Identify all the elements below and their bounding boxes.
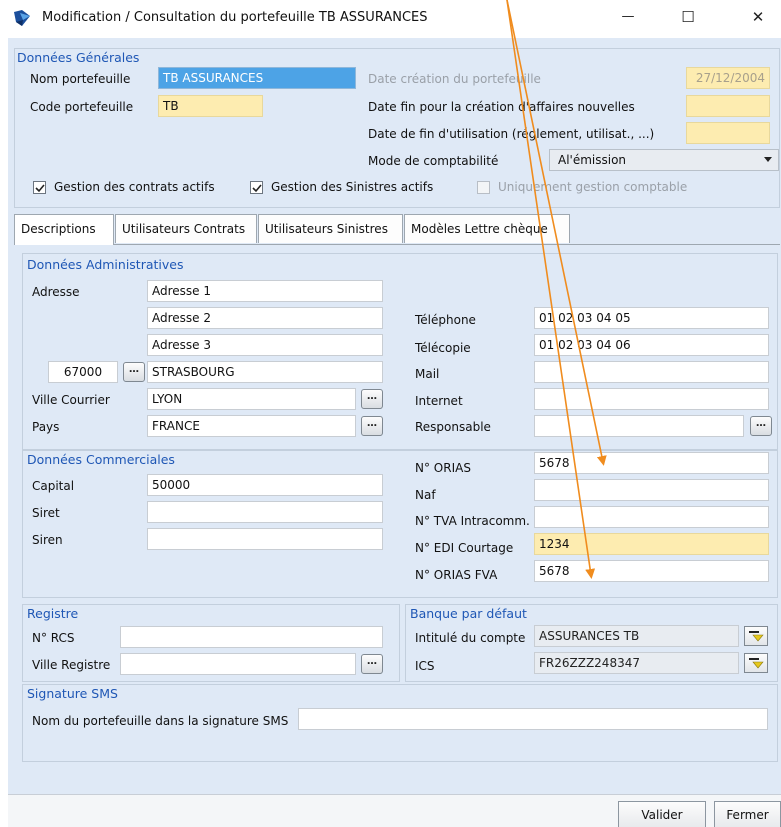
admin-section-title: Données Administratives bbox=[27, 257, 184, 272]
code-portefeuille-label: Code portefeuille bbox=[30, 100, 134, 114]
gestion-contrats-label: Gestion des contrats actifs bbox=[54, 180, 215, 194]
rcs-label: N° RCS bbox=[32, 631, 75, 645]
pays-label: Pays bbox=[32, 420, 60, 434]
maximize-button[interactable]: ☐ bbox=[665, 0, 711, 34]
date-fin-util-input[interactable] bbox=[686, 122, 770, 144]
tab-descriptions[interactable]: Descriptions bbox=[14, 214, 114, 245]
close-button[interactable]: ✕ bbox=[735, 0, 781, 34]
minimize-button[interactable]: — bbox=[605, 0, 651, 34]
capital-input[interactable]: 50000 bbox=[147, 474, 383, 496]
fermer-button[interactable]: Fermer bbox=[714, 801, 781, 827]
sms-nom-input[interactable] bbox=[298, 708, 768, 730]
telephone-label: Téléphone bbox=[415, 313, 476, 327]
banque-section-title: Banque par défaut bbox=[410, 606, 527, 621]
date-creation-label: Date création du portefeuille bbox=[368, 72, 541, 86]
capital-label: Capital bbox=[32, 479, 75, 493]
tab-utilisateurs-contrats[interactable]: Utilisateurs Contrats bbox=[115, 214, 257, 243]
adresse3-input[interactable]: Adresse 3 bbox=[147, 334, 383, 356]
ville-courrier-lookup-button[interactable]: … bbox=[361, 389, 383, 409]
tab-modeles-lettre-cheque[interactable]: Modèles Lettre chèque bbox=[404, 214, 570, 243]
mode-comptabilite-select[interactable]: Al'émission bbox=[549, 149, 779, 171]
naf-input[interactable] bbox=[534, 479, 769, 501]
ville-registre-label: Ville Registre bbox=[32, 658, 111, 672]
registre-section-title: Registre bbox=[27, 606, 79, 621]
siren-input[interactable] bbox=[147, 528, 383, 550]
ville-courrier-input[interactable]: LYON bbox=[147, 388, 356, 410]
ville-registre-lookup-button[interactable]: … bbox=[361, 654, 383, 674]
ville-courrier-label: Ville Courrier bbox=[32, 393, 110, 407]
ics-select-button[interactable] bbox=[744, 653, 768, 673]
intitule-compte-label: Intitulé du compte bbox=[415, 631, 526, 645]
responsable-lookup-button[interactable]: … bbox=[750, 416, 772, 436]
orias-label: N° ORIAS bbox=[415, 461, 471, 475]
checkmark-icon bbox=[35, 184, 45, 193]
internet-label: Internet bbox=[415, 394, 463, 408]
commercial-section-title: Données Commerciales bbox=[27, 452, 175, 467]
gestion-comptable-label: Uniquement gestion comptable bbox=[498, 180, 688, 194]
gestion-comptable-checkbox[interactable] bbox=[477, 181, 490, 194]
code-postal-lookup-button[interactable]: … bbox=[123, 362, 145, 382]
mail-input[interactable] bbox=[534, 361, 769, 383]
edi-input[interactable]: 1234 bbox=[534, 533, 769, 555]
dropdown-arrow-icon bbox=[749, 658, 764, 669]
naf-label: Naf bbox=[415, 488, 436, 502]
gestion-contrats-checkbox[interactable] bbox=[33, 181, 46, 194]
ics-label: ICS bbox=[415, 659, 435, 673]
orias-input[interactable]: 5678 bbox=[534, 452, 769, 474]
telephone-input[interactable]: 01 02 03 04 05 bbox=[534, 307, 769, 329]
tva-input[interactable] bbox=[534, 506, 769, 528]
valider-button[interactable]: Valider bbox=[618, 801, 706, 827]
edi-label: N° EDI Courtage bbox=[415, 541, 514, 555]
title-bar: Modification / Consultation du portefeui… bbox=[0, 0, 781, 38]
telecopie-label: Télécopie bbox=[415, 341, 471, 355]
telecopie-input[interactable]: 01 02 03 04 06 bbox=[534, 334, 769, 356]
code-postal-input[interactable]: 67000 bbox=[48, 361, 118, 383]
checkmark-icon bbox=[252, 184, 262, 193]
date-fin-creation-label: Date fin pour la création d'affaires nou… bbox=[368, 100, 635, 114]
nom-portefeuille-input[interactable]: TB ASSURANCES bbox=[158, 67, 356, 89]
responsable-input[interactable] bbox=[534, 415, 744, 437]
ics-input: FR26ZZZ248347 bbox=[534, 652, 739, 674]
rcs-input[interactable] bbox=[120, 626, 383, 648]
adresse-label: Adresse bbox=[32, 285, 80, 299]
gestion-sinistres-label: Gestion des Sinistres actifs bbox=[271, 180, 434, 194]
code-portefeuille-input[interactable]: TB bbox=[158, 95, 263, 117]
intitule-compte-input: ASSURANCES TB bbox=[534, 625, 739, 647]
nom-portefeuille-label: Nom portefeuille bbox=[30, 72, 131, 86]
date-fin-creation-input[interactable] bbox=[686, 95, 770, 117]
sms-nom-label: Nom du portefeuille dans la signature SM… bbox=[32, 714, 289, 728]
adresse1-input[interactable]: Adresse 1 bbox=[147, 280, 383, 302]
pays-input[interactable]: FRANCE bbox=[147, 415, 356, 437]
gestion-sinistres-checkbox[interactable] bbox=[250, 181, 263, 194]
siren-label: Siren bbox=[32, 533, 63, 547]
ville-input[interactable]: STRASBOURG bbox=[147, 361, 383, 383]
siret-input[interactable] bbox=[147, 501, 383, 523]
orias-fva-label: N° ORIAS FVA bbox=[415, 568, 498, 582]
siret-label: Siret bbox=[32, 506, 60, 520]
app-logo-icon bbox=[14, 10, 32, 26]
intitule-compte-select-button[interactable] bbox=[744, 626, 768, 646]
dropdown-arrow-icon bbox=[749, 631, 764, 642]
responsable-label: Responsable bbox=[415, 420, 491, 434]
mode-comptabilite-value: Al'émission bbox=[558, 153, 627, 167]
adresse2-input[interactable]: Adresse 2 bbox=[147, 307, 383, 329]
date-fin-util-label: Date de fin d'utilisation (réglement, ut… bbox=[368, 127, 655, 141]
mail-label: Mail bbox=[415, 367, 440, 381]
mode-comptabilite-label: Mode de comptabilité bbox=[368, 154, 499, 168]
tva-label: N° TVA Intracomm. bbox=[415, 514, 530, 528]
orias-fva-input[interactable]: 5678 bbox=[534, 560, 769, 582]
sms-section-title: Signature SMS bbox=[27, 686, 118, 701]
internet-input[interactable] bbox=[534, 388, 769, 410]
date-creation-input: 27/12/2004 bbox=[686, 67, 770, 89]
general-section-title: Données Générales bbox=[17, 50, 140, 65]
chevron-down-icon bbox=[764, 157, 772, 162]
tab-utilisateurs-sinistres[interactable]: Utilisateurs Sinistres bbox=[258, 214, 403, 243]
ville-registre-input[interactable] bbox=[120, 653, 356, 675]
pays-lookup-button[interactable]: … bbox=[361, 416, 383, 436]
window-title: Modification / Consultation du portefeui… bbox=[42, 10, 428, 25]
